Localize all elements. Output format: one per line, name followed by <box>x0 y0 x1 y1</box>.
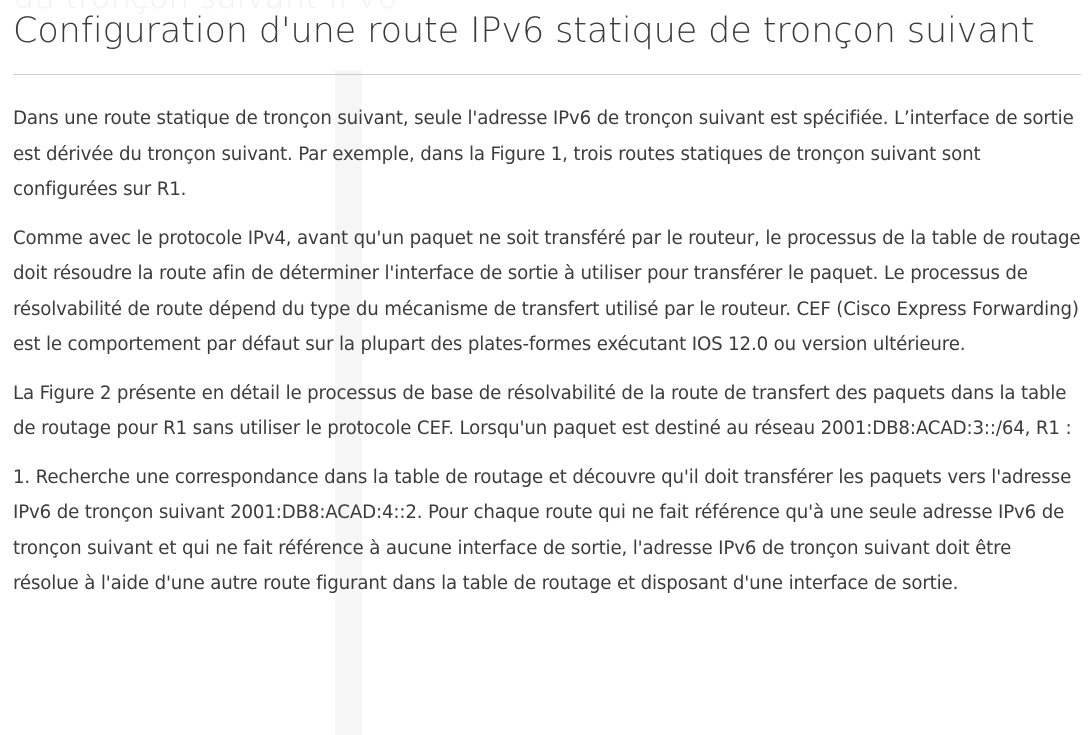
title-divider <box>13 74 1081 75</box>
paragraph-2: Comme avec le protocole IPv4, avant qu'u… <box>13 227 1081 356</box>
article: Configuration d'une route IPv6 statique … <box>13 0 1081 602</box>
paragraph-3: La Figure 2 présente en détail le proces… <box>13 382 1072 440</box>
paragraph-1: Dans une route statique de tronçon suiva… <box>13 108 1074 200</box>
paragraph-4: 1. Recherche une correspondance dans la … <box>13 466 1072 595</box>
page-title: Configuration d'une route IPv6 statique … <box>13 11 1035 51</box>
